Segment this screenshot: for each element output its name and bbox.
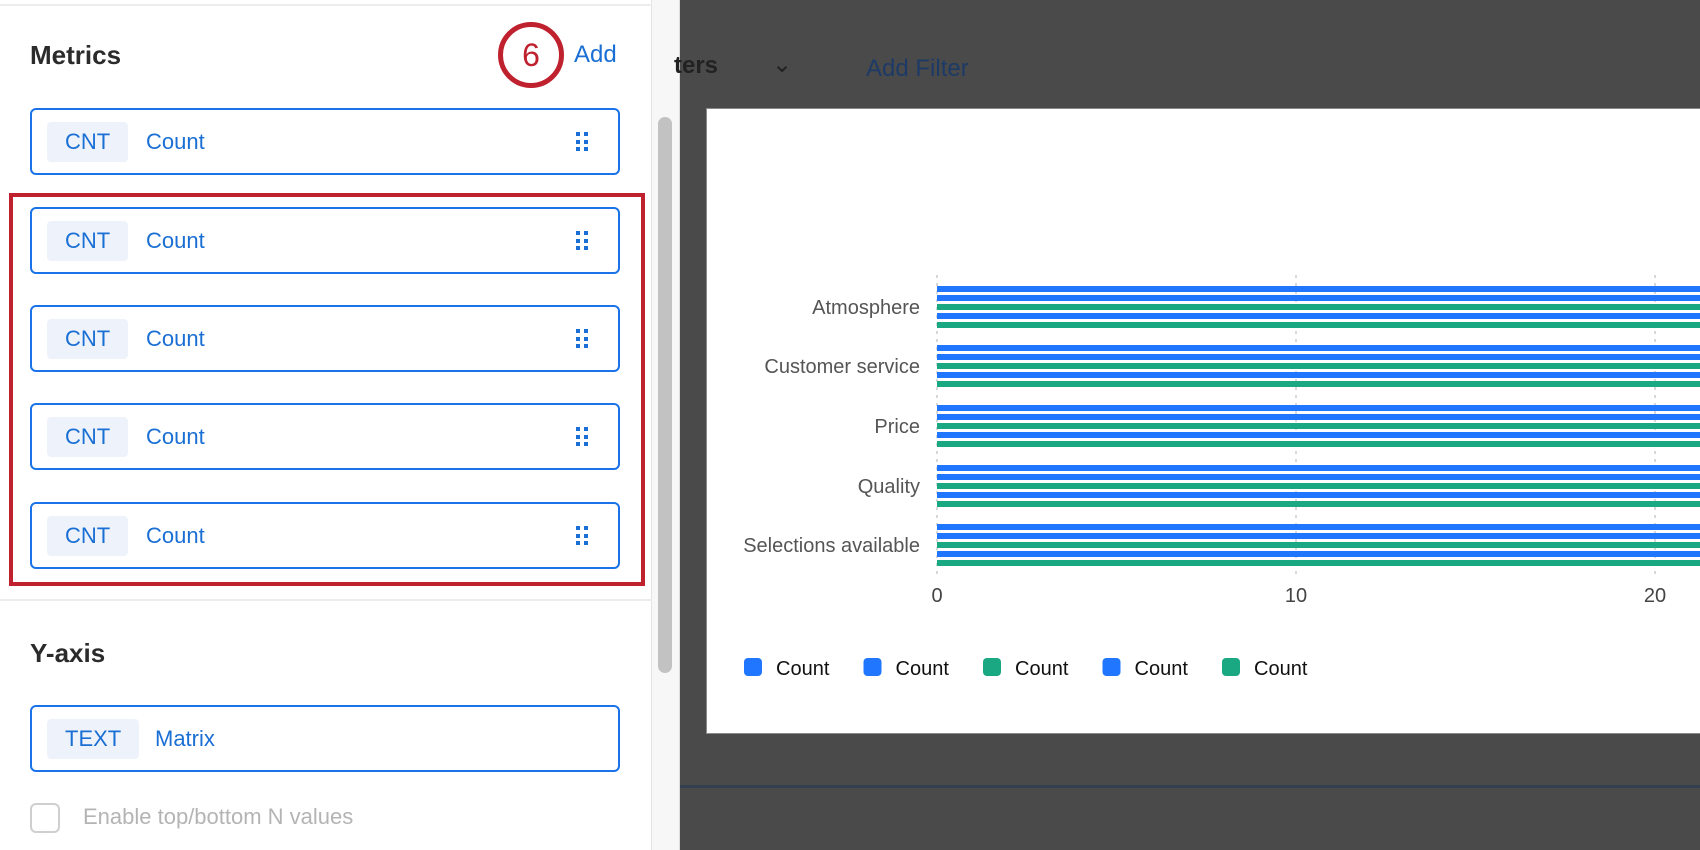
bar — [937, 295, 1700, 301]
bar — [937, 304, 1700, 310]
bar — [937, 286, 1700, 292]
bar — [937, 322, 1700, 328]
legend-label: Count — [776, 658, 830, 680]
y-category-label: Quality — [858, 476, 920, 498]
bar — [937, 405, 1700, 411]
x-tick-label: 10 — [1285, 585, 1307, 607]
bar — [937, 441, 1700, 447]
bar — [937, 313, 1700, 319]
bar — [937, 354, 1700, 360]
legend-swatch — [1222, 658, 1240, 676]
bar — [937, 414, 1700, 420]
bar — [937, 423, 1700, 429]
bar — [937, 465, 1700, 471]
legend-label: Count — [896, 658, 950, 680]
bar — [937, 432, 1700, 438]
bar — [937, 474, 1700, 480]
y-category-label: Price — [874, 416, 920, 438]
legend-swatch — [1102, 658, 1121, 676]
legend-label: Count — [1135, 658, 1189, 680]
legend-swatch — [863, 658, 882, 676]
legend-swatch — [744, 658, 762, 676]
x-tick-label: 20 — [1644, 585, 1666, 607]
legend-label: Count — [1015, 658, 1069, 680]
legend-swatch — [983, 658, 1001, 676]
bar — [937, 542, 1700, 548]
bar — [937, 372, 1700, 378]
bar-chart: 0 10 20 Atmosphere Customer service Price Qual… — [743, 275, 1700, 680]
x-tick-label: 0 — [931, 585, 942, 607]
bar — [937, 501, 1700, 507]
bar — [937, 345, 1700, 351]
bar — [937, 551, 1700, 557]
bar — [937, 492, 1700, 498]
legend-label: Count — [1254, 658, 1308, 680]
bar — [937, 533, 1700, 539]
bar — [937, 483, 1700, 489]
bar — [937, 363, 1700, 369]
y-category-label: Atmosphere — [812, 297, 920, 319]
bar — [937, 524, 1700, 530]
bar — [937, 560, 1700, 566]
y-category-label: Customer service — [764, 356, 920, 378]
y-category-label: Selections available — [743, 535, 920, 557]
bar — [937, 381, 1700, 387]
